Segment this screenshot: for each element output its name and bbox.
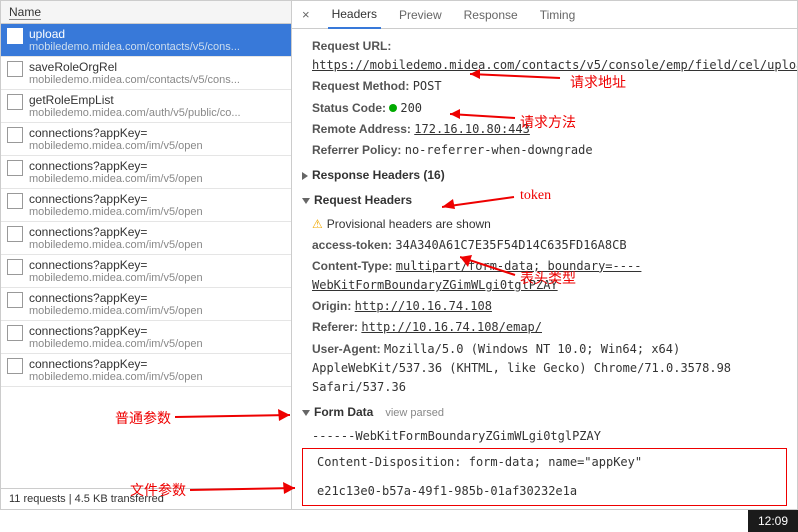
boundary-2: ------WebKitFormBoundaryZGimWLgi0tglPZAY [302,508,787,509]
request-sub: mobiledemo.midea.com/im/v5/open [29,338,285,350]
request-name: connections?appKey= [29,357,285,371]
boundary-1: ------WebKitFormBoundaryZGimWLgi0tglPZAY [302,427,787,446]
close-icon[interactable]: × [298,7,314,22]
section-form-data[interactable]: Form Dataview parsed [302,403,787,423]
request-sub: mobiledemo.midea.com/auth/v5/public/co..… [29,107,285,119]
remote-label: Remote Address: [312,122,411,136]
request-item[interactable]: connections?appKey=mobiledemo.midea.com/… [1,156,291,189]
anno-ctype: 表头类型 [520,268,576,288]
view-parsed-link[interactable]: view parsed [385,407,444,419]
referrer-policy: no-referrer-when-downgrade [405,143,593,157]
file-icon [7,28,23,44]
form-part-appkey-value: e21c13e0-b57a-49f1-985b-01af30232e1a [307,482,782,501]
referer: http://10.16.74.108/emap/ [361,320,542,334]
origin-label: Origin: [312,299,351,313]
request-name: connections?appKey= [29,192,285,206]
request-sub: mobiledemo.midea.com/im/v5/open [29,206,285,218]
remote-address: 172.16.10.80:443 [414,122,530,136]
request-sub: mobiledemo.midea.com/im/v5/open [29,239,285,251]
file-icon [7,259,23,275]
tab-headers[interactable]: Headers [328,1,381,29]
tab-timing[interactable]: Timing [536,2,580,28]
arrow-url [470,64,570,84]
request-sub: mobiledemo.midea.com/im/v5/open [29,371,285,383]
request-item[interactable]: saveRoleOrgRelmobiledemo.midea.com/conta… [1,57,291,90]
file-icon [7,61,23,77]
referer-label: Referer: [312,320,358,334]
request-name: saveRoleOrgRel [29,60,285,74]
request-item[interactable]: getRoleEmpListmobiledemo.midea.com/auth/… [1,90,291,123]
request-name: connections?appKey= [29,291,285,305]
status-label: Status Code: [312,101,386,115]
url-label: Request URL: [312,39,391,53]
request-name: connections?appKey= [29,126,285,140]
warning-icon: ⚠ [312,217,323,231]
tabs: × Headers Preview Response Timing [292,1,797,29]
status-dot-icon [389,104,397,112]
origin: http://10.16.74.108 [355,299,492,313]
ua-label: User-Agent: [312,342,381,356]
access-token-label: access-token: [312,238,392,252]
arrow-normal-param [175,405,295,425]
request-sub: mobiledemo.midea.com/im/v5/open [29,272,285,284]
request-sub: mobiledemo.midea.com/im/v5/open [29,173,285,185]
file-icon [7,94,23,110]
request-name: upload [29,27,285,41]
arrow-ctype [460,255,520,280]
anno-method: 请求方法 [520,112,576,132]
request-item[interactable]: connections?appKey=mobiledemo.midea.com/… [1,222,291,255]
arrow-file-param [190,478,300,498]
arrow-method [450,100,520,120]
request-name: connections?appKey= [29,258,285,272]
section-response-headers[interactable]: Response Headers (16) [302,166,787,185]
anno-file-param: 文件参数 [130,480,186,500]
file-icon [7,160,23,176]
request-item[interactable]: connections?appKey=mobiledemo.midea.com/… [1,321,291,354]
referrer-label: Referrer Policy: [312,143,401,157]
anno-token: token [520,188,551,204]
request-item[interactable]: connections?appKey=mobiledemo.midea.com/… [1,255,291,288]
provisional-warning: Provisional headers are shown [327,217,491,231]
request-name: getRoleEmpList [29,93,285,107]
request-name: connections?appKey= [29,324,285,338]
file-icon [7,325,23,341]
tab-response[interactable]: Response [460,2,522,28]
left-header[interactable]: Name [1,1,291,24]
file-icon [7,127,23,143]
request-item[interactable]: connections?appKey=mobiledemo.midea.com/… [1,354,291,387]
anno-url: 请求地址 [570,72,626,92]
request-sub: mobiledemo.midea.com/contacts/v5/cons... [29,41,285,53]
file-icon [7,292,23,308]
access-token: 34A340A61C7E35F54D14C635FD16A8CB [395,238,626,252]
file-icon [7,358,23,374]
form-part-appkey-disposition: Content-Disposition: form-data; name="ap… [307,453,782,472]
request-item[interactable]: connections?appKey=mobiledemo.midea.com/… [1,288,291,321]
status-code: 200 [400,101,422,115]
file-icon [7,226,23,242]
request-item[interactable]: connections?appKey=mobiledemo.midea.com/… [1,123,291,156]
anno-normal-param: 普通参数 [115,408,171,428]
request-sub: mobiledemo.midea.com/im/v5/open [29,305,285,317]
request-item[interactable]: uploadmobiledemo.midea.com/contacts/v5/c… [1,24,291,57]
taskbar-clock: 12:09 [748,510,798,532]
request-name: connections?appKey= [29,225,285,239]
request-name: connections?appKey= [29,159,285,173]
request-sub: mobiledemo.midea.com/contacts/v5/cons... [29,74,285,86]
method-label: Request Method: [312,79,409,93]
tab-preview[interactable]: Preview [395,2,446,28]
request-sub: mobiledemo.midea.com/im/v5/open [29,140,285,152]
content-type-label: Content-Type: [312,259,392,273]
file-icon [7,193,23,209]
arrow-token [442,195,520,213]
request-method: POST [413,79,442,93]
request-item[interactable]: connections?appKey=mobiledemo.midea.com/… [1,189,291,222]
